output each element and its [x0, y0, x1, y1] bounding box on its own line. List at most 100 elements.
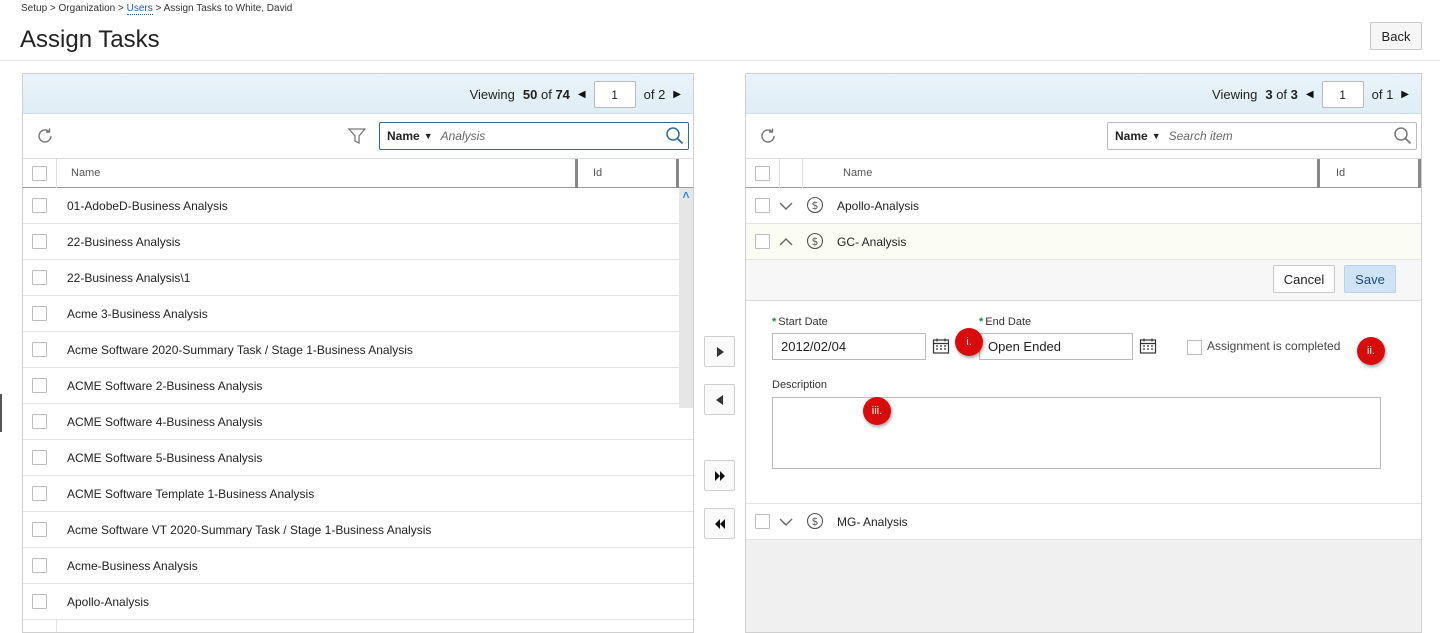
svg-text:$: $ [812, 235, 819, 248]
row-name: Acme 3-Business Analysis [67, 307, 208, 321]
breadcrumb-current: > Assign Tasks to White, David [152, 3, 293, 14]
dollar-icon: $ [806, 512, 824, 530]
search-box[interactable]: Name ▼ Search item [1107, 122, 1417, 150]
annotation-marker-3: iii. [863, 397, 891, 425]
column-separator [802, 159, 803, 188]
column-resize-handle[interactable] [575, 159, 578, 188]
table-row[interactable]: ACME Software 5-Business Analysis [23, 440, 693, 476]
row-checkbox[interactable] [755, 234, 770, 249]
prev-page-icon[interactable]: ◀ [1306, 89, 1314, 100]
search-icon[interactable] [1393, 126, 1413, 146]
cancel-button[interactable]: Cancel [1273, 265, 1335, 293]
search-field-selector[interactable]: Name [387, 129, 420, 143]
start-date-label: * Start Date [772, 316, 828, 328]
total-count: 3 [1290, 87, 1298, 102]
description-label: Description [772, 379, 828, 391]
next-page-icon[interactable]: ▶ [673, 89, 681, 100]
filter-icon[interactable] [347, 126, 367, 146]
page-title: Assign Tasks [20, 26, 160, 53]
row-name: ACME Software 5-Business Analysis [67, 451, 263, 465]
search-input[interactable]: Search item [1169, 129, 1233, 143]
table-row[interactable]: Acme 3-Business Analysis [23, 296, 693, 332]
column-resize-handle[interactable] [1317, 159, 1320, 188]
svg-text:$: $ [812, 199, 819, 212]
column-separator [56, 159, 57, 188]
calendar-icon[interactable] [1139, 337, 1157, 355]
scroll-up-icon[interactable]: ˄ [679, 188, 693, 202]
vertical-scrollbar[interactable] [679, 188, 693, 408]
assignment-completed-checkbox[interactable] [1187, 340, 1202, 355]
row-name: 01-AdobeD-Business Analysis [67, 199, 228, 213]
calendar-icon[interactable] [932, 337, 950, 355]
column-header-name[interactable]: Name [843, 159, 872, 188]
pager-bar: Viewing 3 of 3 ◀ 1 of 1 ▶ [746, 74, 1421, 114]
dollar-icon: $ [806, 232, 824, 250]
table-row[interactable]: Acme-Business Analysis [23, 548, 693, 584]
available-tasks-panel: Viewing 50 of 74 ◀ 1 of 2 ▶ Name ▼ Analy… [22, 73, 694, 633]
row-checkbox[interactable] [32, 450, 47, 465]
table-row[interactable]: 22-Business Analysis [23, 224, 693, 260]
end-date-label: * End Date [979, 316, 1032, 328]
row-checkbox[interactable] [32, 594, 47, 609]
select-all-checkbox[interactable] [755, 166, 770, 181]
row-checkbox[interactable] [32, 306, 47, 321]
move-all-right-button[interactable] [704, 460, 735, 491]
table-row[interactable]: ACME Software Template 1-Business Analys… [23, 476, 693, 512]
chevron-down-icon[interactable] [778, 196, 794, 216]
move-left-button[interactable] [704, 384, 735, 415]
back-button[interactable]: Back [1370, 22, 1422, 50]
refresh-icon[interactable] [35, 126, 55, 146]
chevron-up-icon[interactable] [778, 232, 794, 252]
column-header-id[interactable]: Id [593, 159, 602, 188]
column-header-id[interactable]: Id [1336, 159, 1345, 188]
column-resize-handle[interactable] [676, 159, 679, 188]
prev-page-icon[interactable]: ◀ [578, 89, 586, 100]
table-row[interactable]: $ MG- Analysis [746, 504, 1421, 540]
row-checkbox[interactable] [32, 234, 47, 249]
move-right-button[interactable] [704, 336, 735, 367]
table-row[interactable]: 22-Business Analysis\1 [23, 260, 693, 296]
table-row[interactable]: ACME Software 4-Business Analysis [23, 404, 693, 440]
search-field-selector[interactable]: Name [1115, 129, 1148, 143]
table-row[interactable]: Apollo-Analysis [23, 584, 693, 620]
row-checkbox[interactable] [755, 198, 770, 213]
row-checkbox[interactable] [32, 522, 47, 537]
assignment-edit-form: Cancel Save * Start Date 2012/02/04 * End … [746, 260, 1421, 504]
select-all-checkbox[interactable] [32, 166, 47, 181]
column-header-name[interactable]: Name [71, 159, 100, 188]
search-icon[interactable] [665, 126, 685, 146]
table-row[interactable]: Acme Software VT 2020-Summary Task / Sta… [23, 512, 693, 548]
chevron-down-icon[interactable]: ▼ [424, 131, 433, 141]
table-row[interactable]: 01-AdobeD-Business Analysis [23, 188, 693, 224]
row-checkbox[interactable] [32, 270, 47, 285]
table-row[interactable]: $ Apollo-Analysis [746, 188, 1421, 224]
page-number-input[interactable]: 1 [1321, 81, 1364, 108]
row-checkbox[interactable] [32, 486, 47, 501]
edge-marker [0, 394, 2, 432]
row-checkbox[interactable] [755, 514, 770, 529]
breadcrumb-users-link[interactable]: Users [126, 3, 153, 15]
row-checkbox[interactable] [32, 558, 47, 573]
row-checkbox[interactable] [32, 414, 47, 429]
row-name: Acme Software VT 2020-Summary Task / Sta… [67, 523, 432, 537]
start-date-field[interactable]: 2012/02/04 [772, 333, 926, 360]
row-checkbox[interactable] [32, 378, 47, 393]
end-date-field[interactable]: Open Ended [979, 333, 1133, 360]
table-row[interactable]: ACME Software 2-Business Analysis [23, 368, 693, 404]
search-input[interactable]: Analysis [441, 129, 486, 143]
page-number-input[interactable]: 1 [593, 81, 636, 108]
table-row[interactable]: Acme Software 2020-Summary Task / Stage … [23, 332, 693, 368]
move-all-left-button[interactable] [704, 508, 735, 539]
chevron-down-icon[interactable] [778, 512, 794, 532]
chevron-down-icon[interactable]: ▼ [1152, 131, 1161, 141]
next-page-icon[interactable]: ▶ [1401, 89, 1409, 100]
column-resize-handle[interactable] [1418, 159, 1421, 188]
save-button[interactable]: Save [1344, 265, 1396, 293]
row-checkbox[interactable] [32, 342, 47, 357]
search-box[interactable]: Name ▼ Analysis [379, 122, 689, 150]
row-checkbox[interactable] [32, 198, 47, 213]
annotation-marker-2: ii. [1357, 337, 1385, 365]
of-pages-label: of 2 [643, 87, 666, 102]
table-row-expanded[interactable]: $ GC- Analysis [746, 224, 1421, 260]
refresh-icon[interactable] [758, 126, 778, 146]
